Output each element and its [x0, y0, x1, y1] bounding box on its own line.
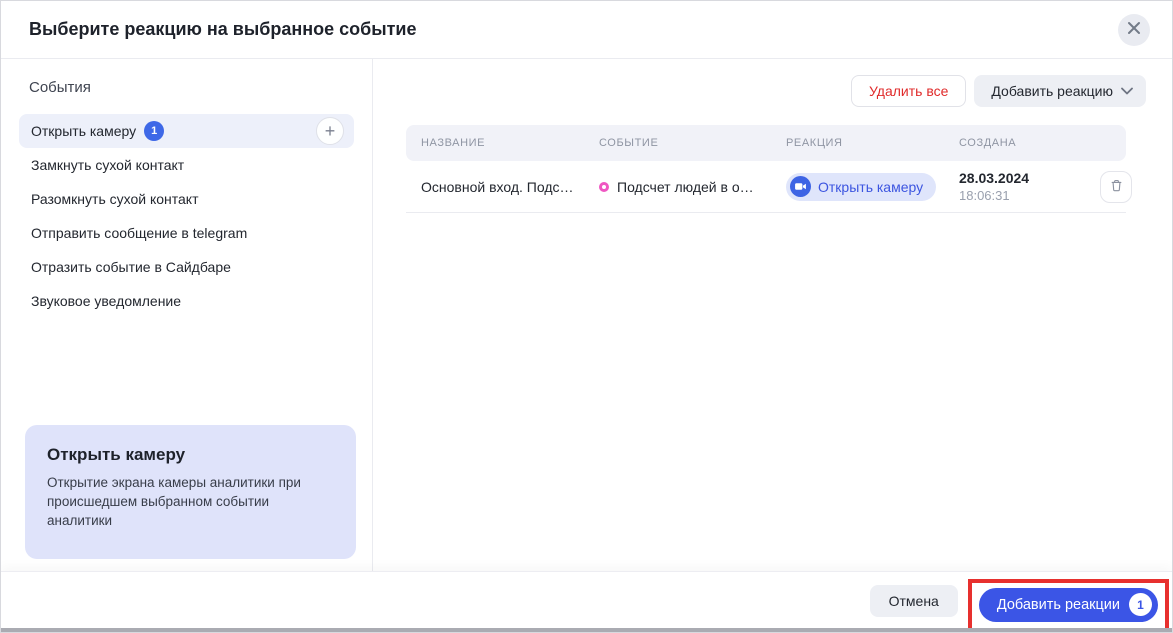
- info-card-description: Открытие экрана камеры аналитики при про…: [47, 474, 337, 531]
- created-cell: 28.03.2024 18:06:31: [959, 170, 1086, 203]
- event-item-label: Отправить сообщение в telegram: [31, 225, 247, 241]
- sidebar-item-sidebar-event[interactable]: Отразить событие в Сайдбаре: [19, 250, 354, 284]
- event-item-label: Замкнуть сухой контакт: [31, 157, 184, 173]
- dialog-title: Выберите реакцию на выбранное событие: [29, 19, 1118, 40]
- add-reactions-submit-button[interactable]: Добавить реакции 1: [979, 588, 1158, 622]
- sidebar-heading: События: [29, 79, 372, 96]
- cancel-button[interactable]: Отмена: [870, 585, 958, 617]
- red-highlight-annotation: Добавить реакции 1: [968, 579, 1169, 633]
- column-header-created: СОЗДАНА: [959, 137, 1086, 149]
- trash-icon: [1109, 178, 1124, 196]
- column-header-event: СОБЫТИЕ: [599, 137, 786, 149]
- reaction-event-cell: Подсчет людей в о…: [599, 179, 786, 195]
- table-header-row: НАЗВАНИЕ СОБЫТИЕ РЕАКЦИЯ СОЗДАНА: [406, 125, 1126, 161]
- dialog-footer: Отмена Добавить реакции 1: [1, 571, 1172, 630]
- chevron-down-icon: [1121, 87, 1133, 95]
- event-item-label: Разомкнуть сухой контакт: [31, 191, 199, 207]
- submit-label: Добавить реакции: [997, 597, 1120, 613]
- info-card-title: Открыть камеру: [47, 445, 334, 465]
- reaction-badge[interactable]: Открыть камеру: [786, 173, 936, 201]
- sidebar-item-sound-notification[interactable]: Звуковое уведомление: [19, 284, 354, 318]
- reaction-name-cell: Основной вход. Подс…: [421, 179, 599, 195]
- reactions-panel: Удалить все Добавить реакцию НАЗВАНИЕ СО…: [373, 59, 1172, 571]
- sidebar-item-telegram-message[interactable]: Отправить сообщение в telegram: [19, 216, 354, 250]
- sidebar-item-open-dry-contact[interactable]: Разомкнуть сухой контакт: [19, 182, 354, 216]
- event-item-label: Открыть камеру: [31, 123, 136, 139]
- reaction-cell: Открыть камеру: [786, 173, 959, 201]
- event-cell-label: Подсчет людей в о…: [617, 179, 754, 195]
- reaction-dialog: Выберите реакцию на выбранное событие Со…: [0, 0, 1173, 633]
- window-bottom-edge: [1, 628, 1172, 632]
- column-header-name: НАЗВАНИЕ: [421, 137, 599, 149]
- sidebar-item-open-camera[interactable]: Открыть камеру 1 +: [19, 114, 354, 148]
- add-reaction-label: Добавить реакцию: [991, 83, 1113, 99]
- reaction-badge-label: Открыть камеру: [818, 179, 923, 195]
- delete-row-button[interactable]: [1100, 171, 1132, 203]
- sidebar-item-close-dry-contact[interactable]: Замкнуть сухой контакт: [19, 148, 354, 182]
- event-list: Открыть камеру 1 + Замкнуть сухой контак…: [1, 114, 372, 318]
- camera-icon: [790, 176, 811, 197]
- created-time: 18:06:31: [959, 188, 1086, 203]
- table-row: Основной вход. Подс… Подсчет людей в о… …: [406, 161, 1126, 213]
- close-icon: [1127, 21, 1141, 38]
- event-item-label: Звуковое уведомление: [31, 293, 181, 309]
- add-event-button[interactable]: +: [316, 117, 344, 145]
- created-date: 28.03.2024: [959, 170, 1086, 186]
- close-button[interactable]: [1118, 14, 1150, 46]
- event-count-badge: 1: [144, 121, 164, 141]
- submit-count-badge: 1: [1129, 593, 1152, 616]
- event-type-icon: [599, 182, 609, 192]
- event-item-label: Отразить событие в Сайдбаре: [31, 259, 231, 275]
- column-header-reaction: РЕАКЦИЯ: [786, 137, 959, 149]
- toolbar: Удалить все Добавить реакцию: [373, 59, 1172, 125]
- plus-icon: +: [325, 122, 336, 140]
- dialog-header: Выберите реакцию на выбранное событие: [1, 1, 1172, 59]
- add-reaction-dropdown[interactable]: Добавить реакцию: [974, 75, 1146, 107]
- reaction-info-card: Открыть камеру Открытие экрана камеры ан…: [25, 425, 356, 559]
- row-actions-cell: [1086, 171, 1132, 203]
- delete-all-button[interactable]: Удалить все: [851, 75, 966, 107]
- reactions-table: НАЗВАНИЕ СОБЫТИЕ РЕАКЦИЯ СОЗДАНА Основно…: [406, 125, 1126, 213]
- events-sidebar: События Открыть камеру 1 + Замкнуть сухо…: [1, 59, 373, 571]
